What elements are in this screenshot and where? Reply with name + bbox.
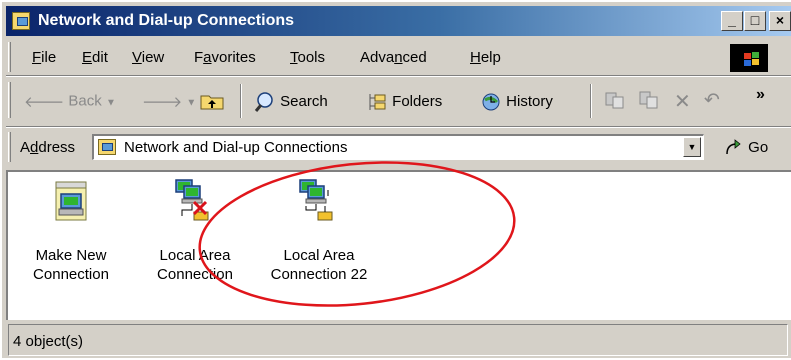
folders-button[interactable]: Folders	[366, 92, 442, 112]
toolbar-separator	[240, 84, 242, 118]
standard-toolbar: 🡐 Back ▼ 🡒 ▼ Search Folders History ✕ ↶ …	[6, 78, 791, 124]
copy-to-button[interactable]	[638, 90, 660, 114]
back-dropdown-icon: ▼	[105, 97, 116, 109]
toolbar-overflow-button[interactable]: »	[756, 86, 765, 104]
move-to-button[interactable]	[604, 90, 626, 114]
forward-dropdown-icon: ▼	[186, 97, 197, 109]
network-folder-icon	[12, 12, 30, 30]
status-panel: 4 object(s)	[8, 324, 788, 356]
menu-grip[interactable]	[8, 42, 11, 72]
go-button[interactable]: Go	[724, 139, 768, 157]
toolbar-grip[interactable]	[8, 82, 11, 118]
file-label: Local Area Connection	[157, 247, 233, 283]
menu-separator	[6, 75, 791, 77]
delete-button[interactable]: ✕	[674, 89, 691, 114]
forward-arrow-icon: 🡒	[142, 94, 183, 111]
history-button[interactable]: History	[480, 92, 553, 112]
status-bar: 4 object(s)	[6, 322, 791, 360]
windows-logo-icon	[730, 44, 768, 72]
title-bar[interactable]: Network and Dial-up Connections _ □ ×	[6, 6, 791, 36]
undo-button[interactable]: ↶	[704, 89, 720, 112]
chevron-down-icon: ▼	[687, 142, 697, 152]
network-folder-icon	[98, 139, 116, 155]
forward-button[interactable]: 🡒 ▼	[142, 92, 196, 111]
folders-icon	[369, 94, 386, 110]
window-title: Network and Dial-up Connections	[38, 12, 295, 29]
back-arrow-icon: 🡐	[24, 94, 65, 111]
up-folder-icon	[200, 95, 224, 110]
file-label: Make New Connection	[33, 247, 109, 283]
file-view[interactable]: Make New Connection Local Area Connectio…	[6, 170, 791, 320]
toolbar-separator	[590, 84, 592, 118]
close-button[interactable]: ×	[769, 11, 791, 31]
address-grip[interactable]	[8, 132, 11, 162]
menu-file[interactable]: File	[32, 49, 56, 66]
toolbar-separator-line	[6, 126, 791, 128]
undo-icon: ↶	[704, 90, 720, 111]
minimize-button[interactable]: _	[721, 11, 743, 31]
copy-to-icon	[639, 91, 658, 109]
disconnected-network-icon	[175, 179, 209, 221]
status-text: 4 object(s)	[13, 333, 84, 350]
search-button[interactable]: Search	[254, 92, 328, 112]
explorer-window: Network and Dial-up Connections _ □ × Fi…	[0, 0, 791, 358]
back-button[interactable]: 🡐 Back ▼	[24, 92, 116, 111]
history-icon	[482, 93, 500, 111]
address-value: Network and Dial-up Connections	[124, 139, 348, 156]
up-folder-button[interactable]	[200, 92, 224, 110]
address-input[interactable]: Network and Dial-up Connections ▼	[92, 134, 704, 160]
delete-icon: ✕	[674, 91, 691, 113]
address-label: Address	[20, 139, 76, 156]
menu-advanced[interactable]: Advanced	[360, 49, 427, 66]
menu-tools[interactable]: Tools	[290, 49, 325, 66]
move-to-icon	[605, 92, 624, 109]
menu-view[interactable]: View	[132, 49, 164, 66]
menu-help[interactable]: Help	[470, 49, 501, 66]
address-bar: Address Network and Dial-up Connections …	[6, 130, 791, 166]
search-icon	[254, 92, 273, 112]
address-dropdown-button[interactable]: ▼	[683, 137, 701, 157]
maximize-button[interactable]: □	[744, 11, 766, 31]
new-connection-icon	[55, 181, 87, 221]
go-arrow-icon	[726, 139, 741, 155]
file-label: Local Area Connection 22	[270, 247, 368, 283]
menu-favorites[interactable]: Favorites	[194, 49, 256, 66]
menu-bar: File Edit View Favorites Tools Advanced …	[6, 40, 791, 74]
network-connection-icon	[299, 179, 333, 221]
menu-edit[interactable]: Edit	[82, 49, 108, 66]
